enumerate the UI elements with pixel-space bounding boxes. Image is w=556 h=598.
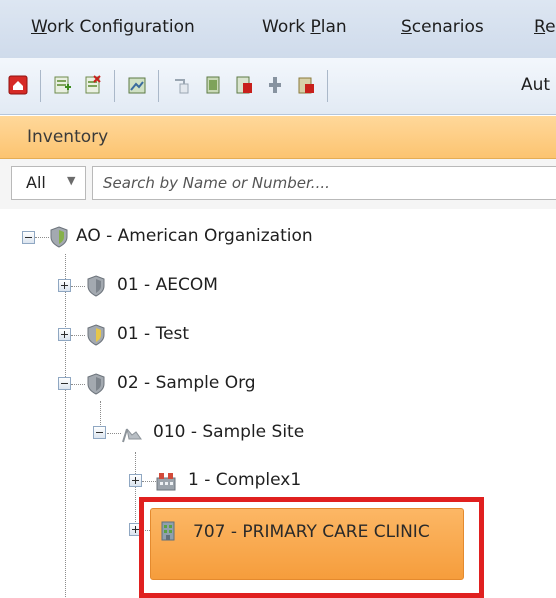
tree-connector [71, 286, 85, 287]
search-row: All ▼ [0, 159, 556, 209]
edit-record-icon[interactable] [127, 74, 147, 96]
tree-node-label[interactable]: 010 - Sample Site [153, 422, 304, 442]
flag-icon [122, 428, 142, 443]
add-record-icon[interactable] [52, 74, 72, 96]
book-icon[interactable] [203, 74, 223, 96]
tree-connector [71, 384, 85, 385]
inventory-panel-header: Inventory [0, 116, 556, 159]
delete-record-icon[interactable] [83, 74, 103, 96]
toolbar-separator [40, 70, 41, 102]
tree-connector [107, 433, 121, 434]
tree-expand-toggle[interactable] [129, 474, 142, 487]
print-icon[interactable] [296, 74, 316, 96]
tree-node-label[interactable]: 01 - Test [117, 324, 189, 344]
shield-icon [87, 324, 105, 346]
menu-work-plan[interactable]: Work Plan [262, 17, 347, 37]
copy-icon[interactable] [172, 74, 192, 96]
panel-title: Inventory [27, 127, 109, 147]
tree-node-label[interactable]: AO - American Organization [76, 226, 313, 246]
export-icon[interactable] [234, 74, 254, 96]
red-highlight-annotation [139, 497, 484, 598]
menu-work-configuration[interactable]: Work Configuration [31, 17, 195, 37]
tree-expand-toggle[interactable] [58, 328, 71, 341]
tree-node-label[interactable]: 01 - AECOM [117, 275, 218, 295]
tree-expand-toggle[interactable] [58, 279, 71, 292]
filter-value: All [26, 173, 46, 192]
complex-icon [156, 473, 176, 491]
tree-collapse-toggle[interactable] [93, 426, 106, 439]
tree-connector [135, 452, 136, 530]
tree-node-label[interactable]: 02 - Sample Org [117, 373, 256, 393]
menu-reports[interactable]: Re [534, 17, 556, 37]
move-icon[interactable] [265, 74, 285, 96]
toolbar-separator [114, 70, 115, 102]
inventory-tree: AO - American Organization 01 - AECOM 01… [0, 209, 556, 598]
tree-collapse-toggle[interactable] [22, 231, 35, 244]
menu-scenarios[interactable]: Scenarios [401, 17, 484, 37]
tree-connector [142, 481, 156, 482]
shield-icon [50, 226, 68, 248]
toolbar-separator [158, 70, 159, 102]
shield-icon [87, 275, 105, 297]
menu-bar: Work Configuration Work Plan Scenarios R… [0, 0, 556, 59]
tree-connector [71, 335, 85, 336]
toolbar: Aut [0, 58, 556, 115]
tree-node-label[interactable]: 1 - Complex1 [188, 470, 301, 490]
chevron-down-icon: ▼ [67, 174, 76, 187]
tree-connector [35, 237, 49, 238]
tree-collapse-toggle[interactable] [58, 377, 71, 390]
filter-dropdown[interactable]: All ▼ [11, 166, 86, 200]
toolbar-separator [327, 70, 328, 102]
search-input[interactable] [92, 166, 556, 200]
menu-work-configuration-rest: ork Configuration [46, 17, 195, 37]
home-icon[interactable] [8, 74, 28, 96]
shield-icon [87, 373, 105, 395]
tree-connector [65, 254, 66, 597]
toolbar-auto-button[interactable]: Aut [521, 75, 550, 95]
